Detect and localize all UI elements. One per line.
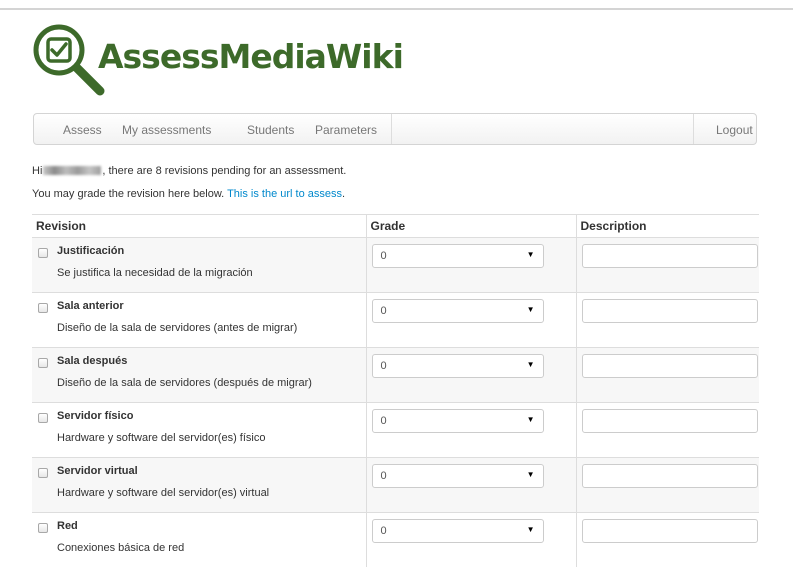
header-description: Description	[576, 215, 759, 238]
revision-description: Diseño de la sala de servidores (antes d…	[57, 322, 297, 334]
grade-value: 0	[381, 525, 387, 537]
nav-my-assessments[interactable]: My assessments	[122, 123, 211, 137]
magnifier-checkbox-icon	[32, 23, 108, 99]
greeting-prefix: Hi	[32, 165, 42, 177]
table-row: Justificación Se justifica la necesidad …	[32, 238, 759, 293]
redacted-username	[43, 166, 101, 175]
revision-description: Hardware y software del servidor(es) vir…	[57, 487, 269, 499]
header-grade: Grade	[366, 215, 576, 238]
nav-parameters[interactable]: Parameters	[315, 123, 377, 137]
table-row: Red Conexiones básica de red 0 ▼	[32, 513, 759, 567]
nav-divider	[693, 114, 694, 144]
grade-message: You may grade the revision here below. T…	[32, 188, 345, 200]
description-input[interactable]	[582, 244, 758, 268]
navbar: Assess My assessments Students Parameter…	[33, 113, 757, 145]
description-input[interactable]	[582, 464, 758, 488]
description-input[interactable]	[582, 354, 758, 378]
grade-select[interactable]: 0 ▼	[372, 519, 544, 543]
grade-select[interactable]: 0 ▼	[372, 354, 544, 378]
revision-title: Servidor virtual	[57, 465, 138, 477]
row-checkbox[interactable]	[38, 468, 48, 478]
revision-title: Sala después	[57, 355, 127, 367]
row-checkbox[interactable]	[38, 303, 48, 313]
revision-description: Conexiones básica de red	[57, 542, 184, 554]
row-checkbox[interactable]	[38, 248, 48, 258]
grade-value: 0	[381, 360, 387, 372]
assess-url-link[interactable]: This is the url to assess	[227, 188, 342, 200]
grade-suffix: .	[342, 188, 345, 200]
caret-down-icon: ▼	[527, 360, 535, 369]
description-input[interactable]	[582, 299, 758, 323]
revision-title: Justificación	[57, 245, 124, 257]
grade-select[interactable]: 0 ▼	[372, 244, 544, 268]
top-rule	[0, 8, 793, 10]
header-revision: Revision	[32, 215, 366, 238]
description-input[interactable]	[582, 409, 758, 433]
table-row: Sala después Diseño de la sala de servid…	[32, 348, 759, 403]
table-row: Servidor virtual Hardware y software del…	[32, 458, 759, 513]
revision-description: Diseño de la sala de servidores (después…	[57, 377, 312, 389]
revision-title: Red	[57, 520, 78, 532]
grade-select[interactable]: 0 ▼	[372, 464, 544, 488]
row-checkbox[interactable]	[38, 523, 48, 533]
revision-description: Se justifica la necesidad de la migració…	[57, 267, 253, 279]
revision-title: Sala anterior	[57, 300, 124, 312]
grade-select[interactable]: 0 ▼	[372, 299, 544, 323]
nav-logout[interactable]: Logout	[716, 123, 753, 137]
nav-students[interactable]: Students	[247, 123, 294, 137]
row-checkbox[interactable]	[38, 358, 48, 368]
caret-down-icon: ▼	[527, 525, 535, 534]
revisions-table: Revision Grade Description Justificación…	[32, 214, 759, 567]
grade-value: 0	[381, 470, 387, 482]
table-row: Sala anterior Diseño de la sala de servi…	[32, 293, 759, 348]
greeting-suffix: , there are 8 revisions pending for an a…	[102, 165, 346, 177]
caret-down-icon: ▼	[527, 470, 535, 479]
app-name: AssessMediaWiki	[98, 37, 403, 76]
revision-title: Servidor físico	[57, 410, 133, 422]
grade-select[interactable]: 0 ▼	[372, 409, 544, 433]
grade-value: 0	[381, 250, 387, 262]
caret-down-icon: ▼	[527, 415, 535, 424]
pending-message: Hi , there are 8 revisions pending for an…	[32, 165, 346, 177]
grade-value: 0	[381, 305, 387, 317]
caret-down-icon: ▼	[527, 250, 535, 259]
row-checkbox[interactable]	[38, 413, 48, 423]
grade-prefix: You may grade the revision here below.	[32, 188, 227, 200]
grade-value: 0	[381, 415, 387, 427]
description-input[interactable]	[582, 519, 758, 543]
nav-assess[interactable]: Assess	[63, 123, 102, 137]
revision-description: Hardware y software del servidor(es) fís…	[57, 432, 265, 444]
caret-down-icon: ▼	[527, 305, 535, 314]
nav-divider	[391, 114, 392, 144]
app-logo[interactable]: AssessMediaWiki	[32, 23, 332, 99]
table-row: Servidor físico Hardware y software del …	[32, 403, 759, 458]
table-header-row: Revision Grade Description	[32, 215, 759, 238]
